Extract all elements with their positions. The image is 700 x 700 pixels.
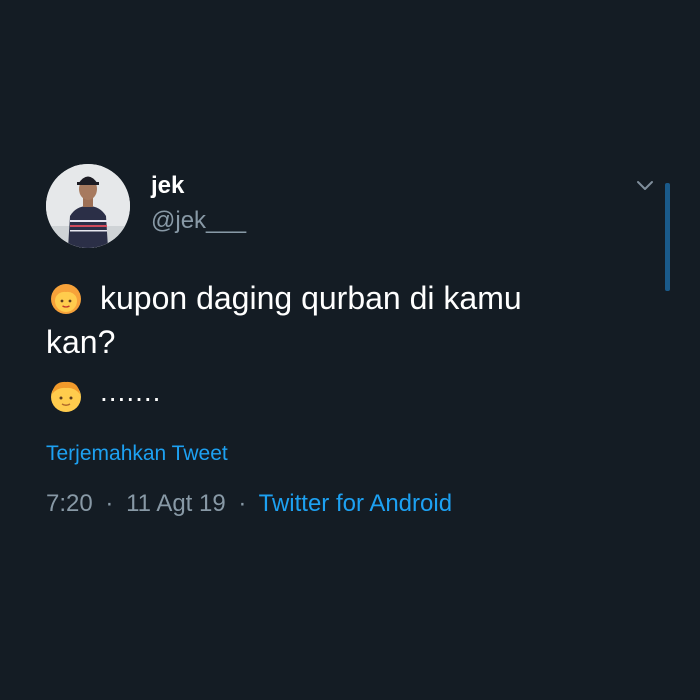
tweet-text-line-1: kupon daging qurban di kamu [46,276,646,320]
tweet-meta: 7:20 · 11 Agt 19 · Twitter for Android [46,488,452,520]
tweet-time: 7:20 [46,490,93,517]
tweet-text-line-1-text: kupon daging qurban di kamu [100,280,522,316]
tweet-text-line-2: kan? [46,324,116,360]
tweet-date: 11 Agt 19 [126,490,226,517]
tweet-text: kupon daging qurban di kamu kan? ....... [46,276,646,424]
scrollbar[interactable] [665,183,670,291]
display-name[interactable]: jek [151,172,246,200]
separator: · [105,490,114,517]
translate-tweet-link[interactable]: Terjemahkan Tweet [46,440,228,468]
author-names: jek @jek___ [151,172,246,235]
tweet-text-line-3: ....... [46,368,646,424]
chevron-down-icon[interactable] [636,180,654,192]
tweet-screen: jek @jek___ kupon daging qurban di kamu … [0,0,700,700]
separator: · [238,490,247,517]
user-handle[interactable]: @jek___ [151,207,246,235]
tweet-header: jek @jek___ [46,164,646,248]
boy-emoji-icon [51,381,81,412]
avatar[interactable] [46,164,130,248]
woman-emoji-icon [51,284,81,314]
tweet-source-link[interactable]: Twitter for Android [259,490,452,517]
avatar-photo [46,164,130,248]
author-row[interactable]: jek @jek___ [46,164,646,248]
tweet-text-line-3-text: ....... [100,376,162,407]
